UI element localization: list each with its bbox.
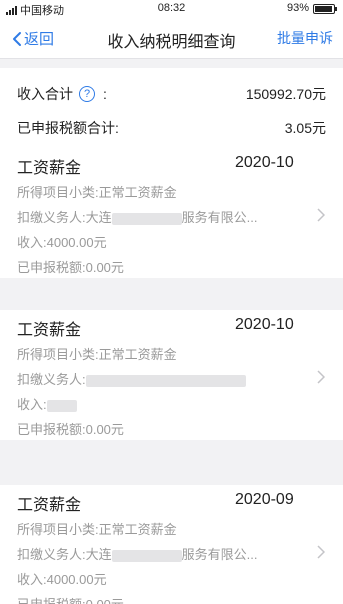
income-record-item[interactable]: 工资薪金 2020-10 所得项目小类:正常工资薪金 扣缴义务人: 收入: 已申…	[0, 310, 343, 440]
battery-percentage: 93%	[286, 2, 309, 14]
income-record-item[interactable]: 工资薪金 2020-10 所得项目小类:正常工资薪金 扣缴义务人:大连 服务有限公…	[0, 148, 343, 278]
income-subcategory: 所得项目小类:正常工资薪金	[17, 522, 177, 537]
declared-tax: 已申报税额:0.00元	[17, 594, 124, 604]
redacted-amount	[46, 399, 77, 412]
status-bar: 中国移动 08:32 93%	[0, 0, 343, 17]
help-icon[interactable]: ?	[79, 86, 95, 102]
chevron-right-icon	[317, 370, 325, 384]
income-type: 工资薪金	[17, 497, 82, 514]
income-total-colon: :	[103, 86, 107, 102]
tax-total-row: 已申报税额合计: 3.05元	[17, 118, 326, 138]
income-total-value: 150992.70元	[245, 86, 326, 102]
navigation-bar: 返回 收入纳税明细查询 批量申诉	[0, 17, 343, 59]
back-label: 返回	[24, 31, 55, 48]
declared-tax: 已申报税额:0.00元	[17, 260, 124, 275]
redacted-name	[85, 374, 246, 387]
income-total-row: 收入合计 ? : 150992.70元	[17, 84, 326, 104]
withholder: 扣缴义务人:	[17, 369, 246, 388]
income-month: 2020-10	[235, 316, 294, 333]
income-record-item[interactable]: 工资薪金 2020-09 所得项目小类:正常工资薪金 扣缴义务人:大连 服务有限公…	[0, 485, 343, 604]
chevron-right-icon	[317, 208, 325, 222]
income-subcategory: 所得项目小类:正常工资薪金	[17, 185, 177, 200]
summary-card: 收入合计 ? : 150992.70元 已申报税额合计: 3.05元	[0, 68, 343, 148]
batch-appeal-button[interactable]: 批量申诉	[277, 28, 333, 48]
income-subcategory: 所得项目小类:正常工资薪金	[17, 347, 177, 362]
income-amount: 收入:4000.00元	[17, 235, 107, 250]
withholder: 扣缴义务人:大连 服务有限公...	[17, 210, 258, 225]
withholder: 扣缴义务人:大连 服务有限公...	[17, 547, 258, 562]
chevron-right-icon	[317, 545, 325, 559]
income-type: 工资薪金	[17, 160, 82, 177]
back-button[interactable]: 返回	[12, 28, 54, 49]
tax-total-label: 已申报税额合计:	[17, 120, 119, 136]
income-amount: 收入:4000.00元	[17, 572, 107, 587]
income-amount: 收入:	[17, 394, 77, 413]
redacted-name	[111, 212, 182, 225]
declared-tax: 已申报税额:0.00元	[17, 422, 124, 437]
income-total-label: 收入合计	[17, 86, 73, 102]
tax-total-value: 3.05元	[284, 120, 326, 136]
battery-icon	[313, 4, 337, 14]
redacted-name	[111, 549, 182, 562]
chevron-left-icon	[13, 31, 21, 46]
income-month: 2020-10	[235, 154, 294, 171]
income-type: 工资薪金	[17, 322, 82, 339]
income-month: 2020-09	[235, 491, 294, 508]
